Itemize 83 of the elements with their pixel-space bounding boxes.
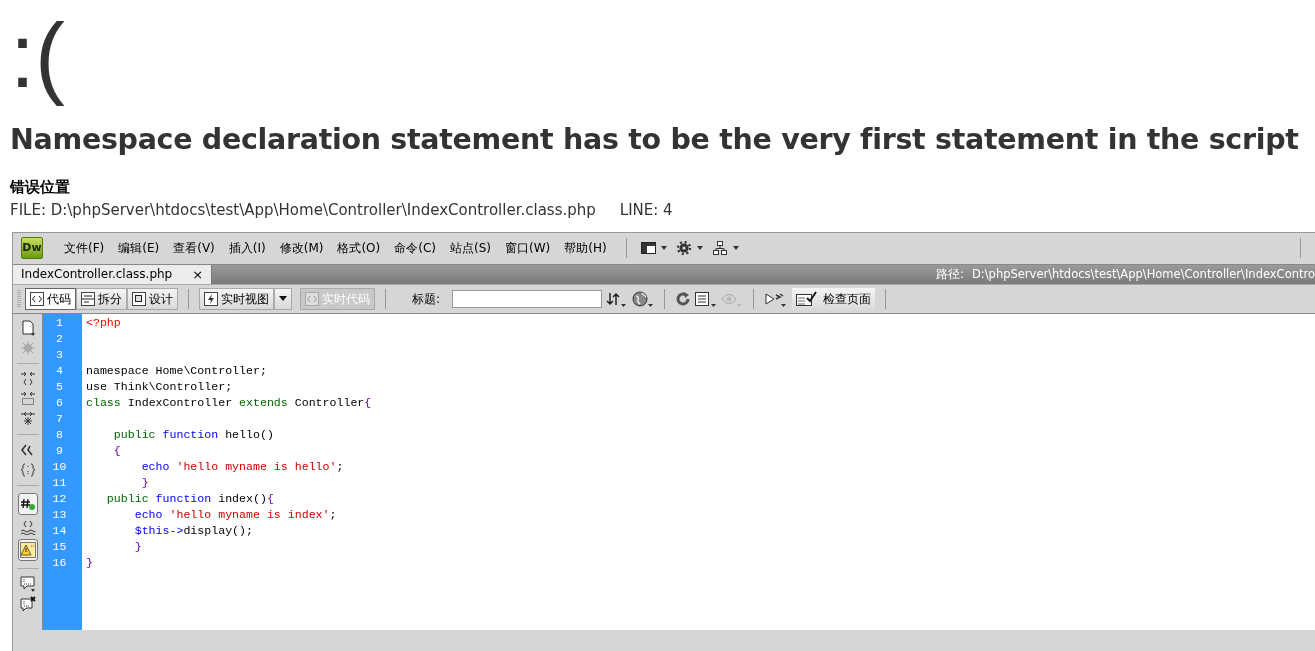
menu-item[interactable]: 编辑(E) (113, 237, 165, 260)
close-icon[interactable]: × (192, 264, 204, 284)
collapse-tag-icon[interactable] (19, 370, 36, 387)
caret-icon (279, 296, 287, 302)
remove-comment-icon[interactable] (19, 595, 36, 612)
line-number: 1 (55, 314, 64, 331)
expand-icon[interactable] (19, 410, 36, 427)
code-line: use Think\Controller; (86, 378, 234, 395)
file-path: FILE: D:\phpServer\htdocs\test\App\Home\Controller\IndexController.class.php (10, 200, 596, 222)
view-button[interactable]: 代码 (25, 287, 76, 310)
code-line: namespace Home\Controller; (86, 362, 268, 379)
code-line: } (133, 538, 143, 555)
code-line: public function index(){ (105, 490, 275, 507)
code-line: echo 'hello myname is index'; (133, 506, 338, 523)
line-number: 11 (51, 474, 68, 491)
app-logo: Dw (21, 237, 43, 260)
code-line: public function hello() (112, 426, 275, 443)
site-map-menu-icon[interactable] (712, 241, 741, 256)
grip-icon (17, 288, 21, 309)
debug-icon[interactable] (764, 290, 789, 307)
menu-item[interactable]: 修改(M) (274, 237, 329, 260)
line-number: 8 (55, 426, 64, 443)
line-number: 4 (55, 362, 64, 379)
lightning-icon (204, 291, 218, 306)
title-label: 标题: (412, 290, 441, 308)
new-document-icon[interactable] (19, 319, 36, 336)
line-number: 6 (55, 394, 64, 411)
toggle-button[interactable] (17, 492, 38, 515)
live-view-button[interactable]: 实时视图 (199, 287, 274, 310)
line-number-icon (19, 496, 36, 513)
menu-item[interactable]: 插入(I) (223, 237, 271, 260)
path-label: 路径: (936, 265, 964, 283)
line-number: 16 (51, 554, 68, 571)
toggle-button[interactable] (17, 538, 38, 561)
code-line: } (140, 474, 150, 491)
refresh-icon[interactable] (675, 290, 692, 307)
line-number: 14 (51, 522, 68, 539)
menu-item[interactable]: 帮助(H) (559, 237, 612, 260)
line-number: 2 (55, 330, 64, 347)
menu-item[interactable]: 站点(S) (445, 237, 496, 260)
code-line: $this->display(); (133, 522, 254, 539)
layout-menu-icon[interactable] (640, 241, 669, 256)
line-number: 10 (51, 458, 68, 475)
menu-item[interactable]: 命令(C) (389, 237, 441, 260)
line-number: 15 (51, 538, 68, 555)
view-button[interactable]: 拆分 (76, 287, 127, 310)
code-line: { (112, 442, 122, 459)
line-number: 9 (55, 442, 64, 459)
file-transfer-icon[interactable] (606, 290, 629, 307)
code-line: class IndexController extends Controller{ (86, 394, 373, 411)
error-message: Namespace declaration statement has to be the very first statement in the script (10, 121, 1300, 158)
code-line: <?php (86, 314, 122, 331)
sad-face: :( (10, 5, 65, 108)
menu-item[interactable]: 文件(F) (59, 237, 110, 260)
comment-icon[interactable] (19, 575, 36, 592)
title-field[interactable] (452, 289, 603, 308)
line-number: LINE: 4 (619, 200, 673, 222)
braces-icon[interactable] (19, 461, 36, 478)
split-view-icon (81, 291, 95, 306)
line-number: 12 (51, 490, 68, 507)
invalid-code-icon[interactable] (19, 518, 36, 535)
line-number: 5 (55, 378, 64, 395)
line-number: 13 (51, 506, 68, 523)
code-line: echo 'hello myname is hello'; (140, 458, 345, 475)
line-number: 3 (55, 346, 64, 363)
warning-icon (19, 542, 36, 559)
code-icon (305, 291, 319, 306)
globe-icon[interactable] (632, 290, 655, 307)
menu-item[interactable]: 窗口(W) (499, 237, 556, 260)
file-path: D:\phpServer\htdocs\test\App\Home\Controller\IndexContro (972, 265, 1315, 283)
line-number: 7 (55, 410, 64, 427)
list-options-icon[interactable] (695, 290, 718, 307)
collapse-selection-icon[interactable] (19, 390, 36, 407)
settings-menu-icon[interactable] (676, 241, 705, 256)
dropdown-button[interactable] (274, 287, 292, 310)
error-location-heading: 错误位置 (10, 178, 70, 197)
code-line: } (86, 554, 94, 571)
menu-item[interactable]: 格式(O) (332, 237, 386, 260)
code-view-icon (30, 291, 44, 306)
menu-item[interactable]: 查看(V) (168, 237, 220, 260)
check-page-button[interactable]: 检查页面 (792, 287, 876, 310)
design-view-icon (132, 291, 146, 306)
view-button[interactable]: 设计 (127, 287, 178, 310)
